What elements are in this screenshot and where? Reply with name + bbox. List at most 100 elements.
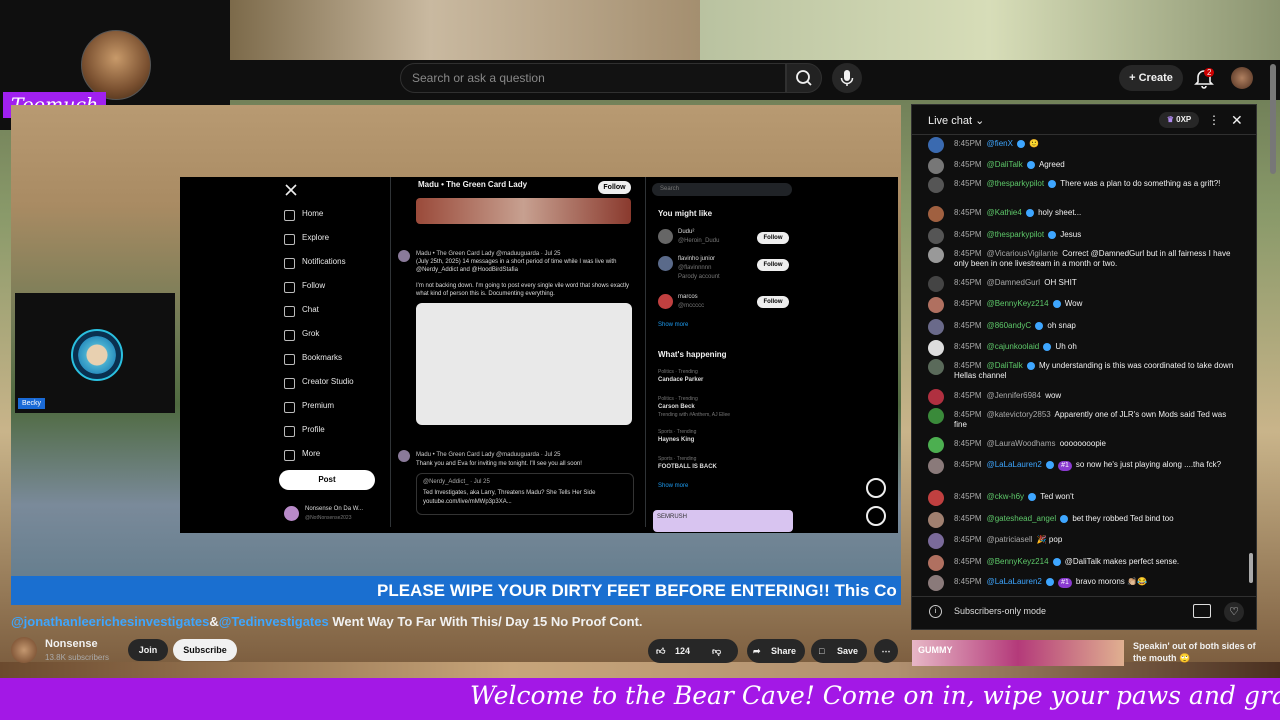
user-avatar[interactable] (1231, 67, 1253, 89)
chevron-down-icon: ⌄ (975, 115, 985, 127)
title-mention[interactable]: @Tedinvestigates (219, 614, 329, 629)
chat-author[interactable]: @BennyKeyz214 (987, 299, 1049, 308)
chat-scrollbar[interactable] (1249, 553, 1253, 583)
chat-time: 8:45PM (954, 179, 982, 188)
chat-close-button[interactable]: ✕ (1231, 112, 1243, 129)
chat-avatar[interactable] (928, 340, 944, 356)
replay-icon[interactable] (866, 478, 886, 498)
chat-author[interactable]: @DaliTalk (987, 160, 1023, 169)
upnext-thumbnail[interactable]: GUMMY (912, 640, 1124, 666)
thumbs-down-icon[interactable]: 👎︎ (712, 639, 721, 663)
chat-text: bravo morons 👏🏼😂 (1075, 577, 1147, 586)
chat-author[interactable]: @ckw-h6y (987, 492, 1024, 501)
chat-author[interactable]: @LaLaLauren2 (987, 577, 1042, 586)
title-text: Went Way To Far With This/ Day 15 No Pro… (328, 614, 643, 629)
voice-search-button[interactable] (832, 63, 862, 93)
upnext-thumb-text: GUMMY (918, 645, 953, 655)
like-count[interactable]: 124 (675, 639, 690, 663)
info-icon[interactable]: i (929, 605, 942, 618)
x-profile-avatar (284, 506, 299, 521)
chat-author[interactable]: @BennyKeyz214 (987, 557, 1049, 566)
chat-avatar[interactable] (928, 437, 944, 453)
chat-avatar[interactable] (928, 359, 944, 375)
title-mention[interactable]: @jonathanleerichesinvestigates (11, 614, 209, 629)
chat-avatar[interactable] (928, 297, 944, 313)
quote-body: Ted Investigates, aka Larry, Threatens M… (423, 490, 596, 496)
chat-time: 8:45PM (954, 439, 982, 448)
chat-avatar[interactable] (928, 408, 944, 424)
share-button[interactable]: ➦ Share (747, 639, 805, 663)
cam-avatar (71, 329, 123, 381)
chat-message: 8:45PM @BennyKeyz214 Wow (954, 299, 1236, 309)
chat-author[interactable]: @patriciasell (987, 535, 1033, 544)
channel-avatar[interactable] (11, 637, 37, 663)
chat-avatar[interactable] (928, 512, 944, 528)
channel-name[interactable]: Nonsense (45, 638, 98, 650)
show-more-link: Show more (658, 322, 689, 328)
chat-author[interactable]: @DaliTalk (987, 361, 1023, 370)
chat-message: 8:45PM @cajunkoolaid Uh oh (954, 342, 1236, 352)
suggestion-avatar (658, 294, 673, 309)
chat-text: OH SHIT (1044, 278, 1077, 287)
chat-author[interactable]: @gateshead_angel (987, 514, 1057, 523)
subscribe-button[interactable]: Subscribe (173, 639, 237, 661)
thumbs-up-icon[interactable]: 👍︎ (656, 639, 665, 663)
chat-avatar[interactable] (928, 276, 944, 292)
chat-author[interactable]: @860andyC (987, 321, 1032, 330)
search-icon (796, 70, 812, 86)
chat-avatar[interactable] (928, 206, 944, 222)
search-button[interactable] (786, 63, 822, 93)
you-might-like-heading: You might like (658, 209, 713, 218)
chat-author[interactable]: @VicariousVigilante (987, 249, 1058, 258)
super-chat-icon[interactable] (1193, 604, 1211, 618)
join-button[interactable]: Join (128, 639, 168, 661)
chat-time: 8:45PM (954, 230, 982, 239)
chat-author[interactable]: @LaLaLauren2 (987, 460, 1042, 469)
x-nav-chat: Chat (284, 305, 319, 317)
chat-message: 8:45PM @BennyKeyz214 @DaliTalk makes perf… (954, 557, 1236, 567)
chat-avatar[interactable] (928, 575, 944, 591)
chat-text: oh snap (1047, 321, 1076, 330)
chat-menu-button[interactable]: ⋮ (1208, 113, 1220, 127)
chat-author[interactable]: @DamnedGurl (987, 278, 1040, 287)
chat-author[interactable]: @Jennifer6984 (987, 391, 1041, 400)
chat-mode-dropdown[interactable]: Live chat ⌄ (928, 114, 984, 127)
save-button[interactable]: □ Save (811, 639, 867, 663)
chat-author[interactable]: @katevictory2853 (987, 410, 1051, 419)
chat-author[interactable]: @Kathie4 (987, 208, 1022, 217)
xp-badge[interactable]: ♛ 0XP (1159, 112, 1199, 128)
chat-avatar[interactable] (928, 177, 944, 193)
page-scrollbar[interactable] (1270, 64, 1276, 174)
chat-message: 8:45PM @LaLaLauren2 #1 bravo morons 👏🏼😂 (954, 577, 1236, 588)
trend-name: Candace Parker (658, 377, 704, 383)
chat-avatar[interactable] (928, 158, 944, 174)
upnext-title[interactable]: Speakin' out of both sides of the mouth … (1133, 640, 1263, 664)
search-input[interactable]: Search or ask a question (400, 63, 786, 93)
chat-avatar[interactable] (928, 458, 944, 474)
chat-author[interactable]: @thesparkypilot (987, 179, 1044, 188)
chat-avatar[interactable] (928, 228, 944, 244)
chat-author[interactable]: @fienX (987, 139, 1013, 148)
create-button[interactable]: + Create (1119, 65, 1183, 91)
chat-avatar[interactable] (928, 389, 944, 405)
chat-avatar[interactable] (928, 490, 944, 506)
moderator-badge-icon (1028, 492, 1037, 501)
chat-avatar[interactable] (928, 319, 944, 335)
chat-text: 🙂 (1029, 139, 1040, 148)
x-post-button: Post (279, 470, 375, 490)
chat-bubble-icon[interactable] (866, 506, 886, 526)
chat-text: Jesus (1060, 230, 1082, 239)
heart-icon[interactable]: ♡ (1224, 602, 1244, 622)
chat-author[interactable]: @LauraWoodhams (987, 439, 1056, 448)
x-feed-header: Madu • The Green Card Lady (418, 180, 528, 189)
chat-message: 8:45PM @ckw-h6y Ted won't (954, 492, 1236, 502)
bookmark-icon: □ (819, 646, 825, 656)
chat-avatar[interactable] (928, 137, 944, 153)
chat-avatar[interactable] (928, 247, 944, 263)
chat-author[interactable]: @thesparkypilot (987, 230, 1044, 239)
chat-avatar[interactable] (928, 555, 944, 571)
chat-author[interactable]: @cajunkoolaid (987, 342, 1040, 351)
more-actions-button[interactable]: ⋯ (874, 639, 898, 663)
chat-avatar[interactable] (928, 533, 944, 549)
chat-message: 8:45PM @thesparkypilot There was a plan t… (954, 179, 1236, 189)
